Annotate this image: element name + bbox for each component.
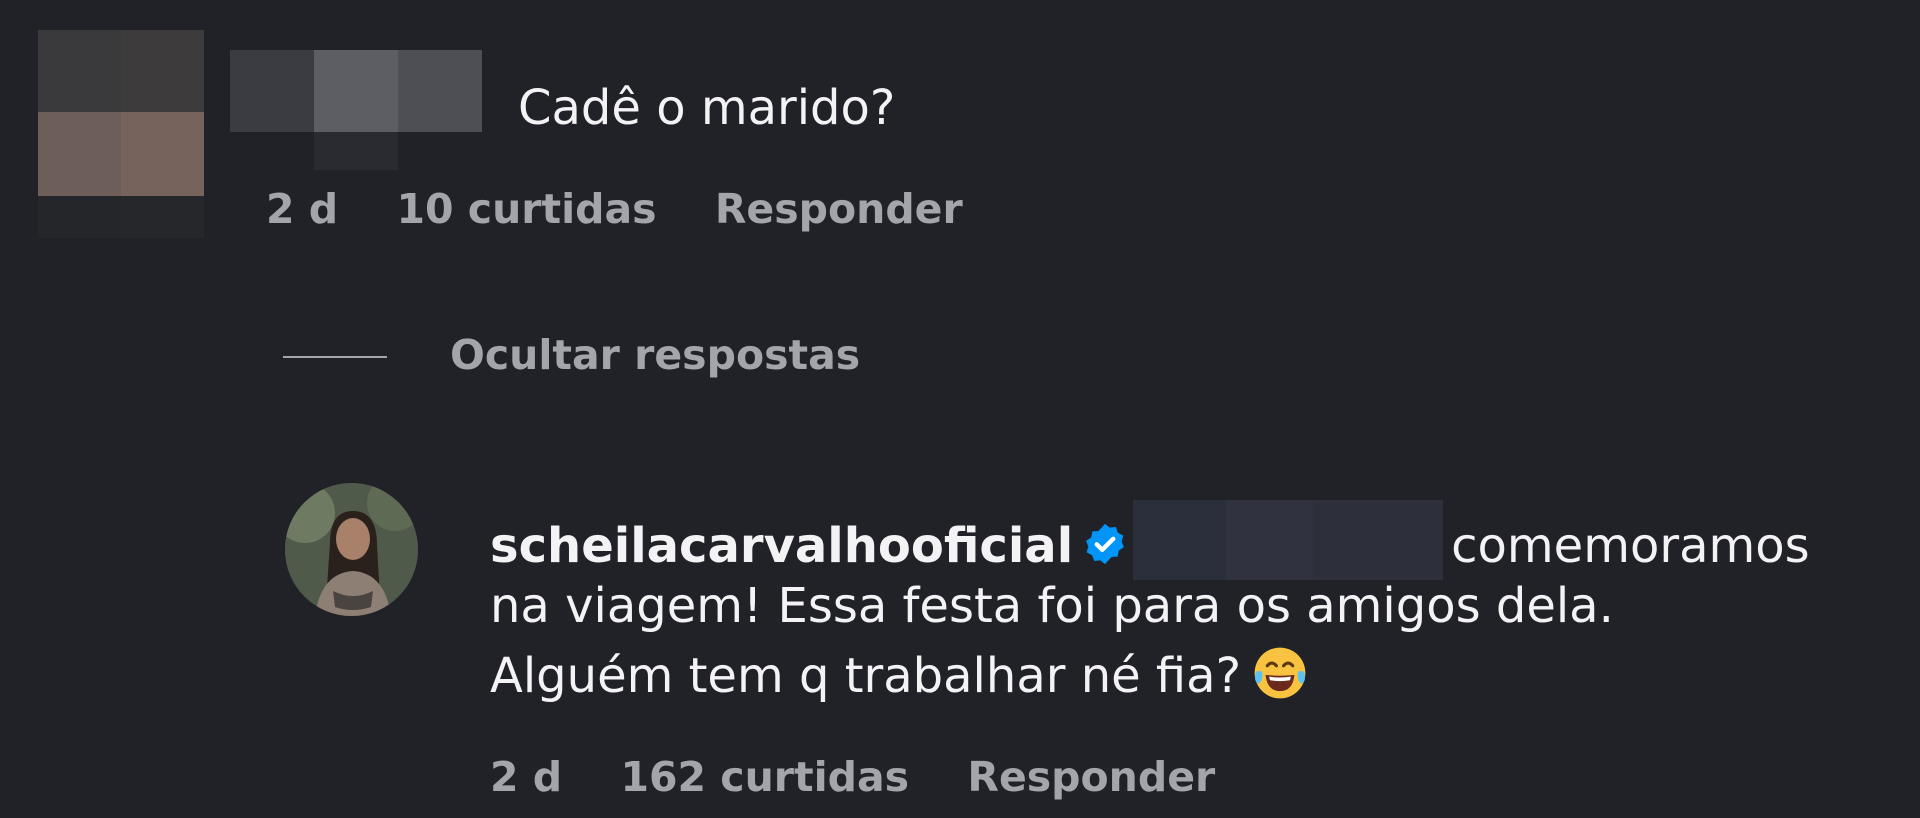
replies-divider-line (283, 356, 387, 358)
pixel-block (38, 196, 121, 238)
reply-avatar[interactable] (285, 483, 418, 616)
reply-time: 2 d (490, 753, 563, 801)
mention-redacted (1133, 500, 1444, 580)
pixel-block (121, 30, 204, 112)
commenter-username-pixelated[interactable] (230, 50, 502, 170)
commenter-avatar-pixelated[interactable] (38, 30, 204, 238)
comment-text: Cadê o marido? (518, 80, 896, 136)
tears-of-joy-emoji-icon (1254, 647, 1306, 699)
hide-replies-button[interactable]: Ocultar respostas (450, 330, 860, 380)
reply-text-1: comemoramos (1451, 518, 1810, 574)
comment-meta: 2 d 10 curtidas Responder (266, 184, 963, 234)
pixel-block (121, 112, 204, 196)
verified-badge-icon (1086, 523, 1125, 565)
reply-reply-button[interactable]: Responder (967, 752, 1215, 802)
comment-time: 2 d (266, 185, 339, 233)
pixel-block (121, 196, 204, 238)
pixel-block (230, 50, 314, 132)
reply-text-3: Alguém tem q trabalhar né fia? (490, 648, 1242, 704)
reply-text-2: na viagem! Essa festa foi para os amigos… (490, 578, 1614, 634)
reply-line-3: Alguém tem q trabalhar né fia? (490, 644, 1309, 706)
pixel-block (38, 112, 121, 196)
reply-line-1: scheilacarvalhooficial comemoramos (490, 500, 1810, 580)
reply-likes[interactable]: 162 curtidas (620, 752, 909, 802)
comment-likes[interactable]: 10 curtidas (396, 184, 656, 234)
pixel-block (38, 30, 121, 112)
pixel-block (314, 132, 398, 170)
reply-meta: 2 d 162 curtidas Responder (490, 752, 1215, 802)
pixel-block (314, 50, 398, 132)
avatar-photo (285, 483, 418, 616)
comment-reply-button[interactable]: Responder (715, 184, 963, 234)
reply-username[interactable]: scheilacarvalhooficial (490, 518, 1073, 574)
pixel-block (398, 50, 482, 132)
